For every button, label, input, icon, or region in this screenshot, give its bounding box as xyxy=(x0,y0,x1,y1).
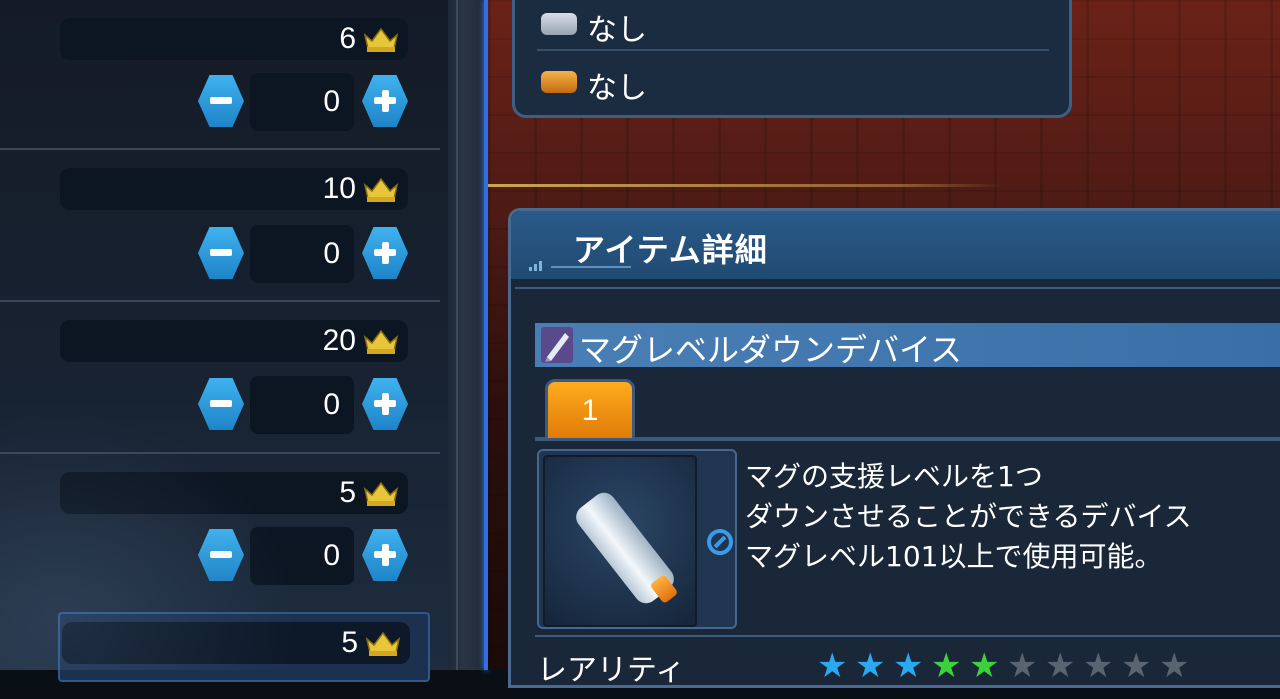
cost-display: 20 xyxy=(60,320,408,362)
rarity-star-icon: ★ xyxy=(1159,646,1190,686)
gold-accent-line xyxy=(488,184,1003,187)
slot-panel: なし なし xyxy=(512,0,1072,118)
tab-1[interactable]: 1 xyxy=(545,379,635,441)
item-name: マグレベルダウンデバイス xyxy=(579,331,963,369)
quantity-field[interactable]: 0 xyxy=(250,225,354,283)
cost-value: 5 xyxy=(341,626,358,659)
rarity-star-icon: ★ xyxy=(1007,646,1038,686)
rarity-divider xyxy=(535,635,1280,637)
device-icon xyxy=(541,327,573,363)
quantity-value: 0 xyxy=(323,237,340,270)
plus-icon xyxy=(381,90,389,112)
row-divider xyxy=(0,148,440,150)
slot-row[interactable]: なし xyxy=(541,0,1051,49)
rarity-star-icon: ★ xyxy=(969,646,1000,686)
prohibited-icon xyxy=(707,529,733,555)
minus-icon xyxy=(210,249,232,256)
rarity-star-icon: ★ xyxy=(931,646,962,686)
description-line: ダウンさせることができるデバイス xyxy=(745,500,1192,533)
cost-list-panel: 6 0 10 0 20 0 5 0 5 xyxy=(0,0,448,682)
rarity-label: レアリティ xyxy=(537,653,686,688)
minus-icon xyxy=(210,97,232,104)
crown-icon xyxy=(365,631,401,656)
description-line: マグの支援レベルを1つ xyxy=(745,460,1043,493)
row-divider xyxy=(0,300,440,302)
increment-button[interactable] xyxy=(362,75,408,127)
signal-bars-icon xyxy=(529,261,631,271)
cost-display: 5 xyxy=(62,622,410,664)
crown-icon xyxy=(363,329,399,354)
plus-icon xyxy=(381,544,389,566)
detail-header: アイテム詳細 xyxy=(511,211,1280,279)
rarity-star-icon: ★ xyxy=(855,646,886,686)
quantity-field[interactable]: 0 xyxy=(250,527,354,585)
crown-icon xyxy=(363,177,399,202)
rarity-star-icon: ★ xyxy=(1083,646,1114,686)
decrement-button[interactable] xyxy=(198,75,244,127)
column-divider xyxy=(448,0,486,670)
crown-icon xyxy=(363,27,399,52)
slot-divider xyxy=(537,49,1049,51)
rarity-star-icon: ★ xyxy=(1045,646,1076,686)
quantity-field[interactable]: 0 xyxy=(250,376,354,434)
quantity-value: 0 xyxy=(323,85,340,118)
tab-strip xyxy=(535,437,1280,441)
plus-icon xyxy=(381,393,389,415)
rarity-star-icon: ★ xyxy=(1121,646,1152,686)
cost-display: 10 xyxy=(60,168,408,210)
decrement-button[interactable] xyxy=(198,529,244,581)
silver-ticket-icon xyxy=(541,13,577,35)
rarity-star-icon: ★ xyxy=(893,646,924,686)
increment-button[interactable] xyxy=(362,378,408,430)
tab-label: 1 xyxy=(581,394,599,427)
cost-display: 6 xyxy=(60,18,408,60)
item-detail-panel: アイテム詳細 マグレベルダウンデバイス 1 マグの支援レベルを1つ ダウンさせる… xyxy=(508,208,1280,688)
increment-button[interactable] xyxy=(362,227,408,279)
cost-value: 20 xyxy=(322,324,356,357)
slot-row[interactable]: なし xyxy=(541,57,1051,107)
minus-icon xyxy=(210,400,232,407)
quantity-stepper[interactable]: 0 xyxy=(198,527,410,587)
selected-row[interactable]: 5 xyxy=(58,612,430,682)
cost-value: 5 xyxy=(339,476,356,509)
rarity-star-icon: ★ xyxy=(817,646,848,686)
row-divider xyxy=(0,452,440,454)
quantity-value: 0 xyxy=(323,388,340,421)
item-image-frame xyxy=(537,449,737,629)
cost-display: 5 xyxy=(60,472,408,514)
item-name-bar: マグレベルダウンデバイス xyxy=(535,323,1280,369)
crown-icon xyxy=(363,481,399,506)
slot-label: なし xyxy=(587,71,647,106)
cost-value: 10 xyxy=(322,172,356,205)
item-image xyxy=(543,455,697,627)
increment-button[interactable] xyxy=(362,529,408,581)
slot-label: なし xyxy=(587,13,647,48)
plus-icon xyxy=(381,242,389,264)
quantity-stepper[interactable]: 0 xyxy=(198,225,410,285)
quantity-stepper[interactable]: 0 xyxy=(198,73,410,133)
quantity-field[interactable]: 0 xyxy=(250,73,354,131)
minus-icon xyxy=(210,551,232,558)
decrement-button[interactable] xyxy=(198,378,244,430)
quantity-value: 0 xyxy=(323,539,340,572)
decrement-button[interactable] xyxy=(198,227,244,279)
quantity-stepper[interactable]: 0 xyxy=(198,376,410,436)
description-line: マグレベル101以上で使用可能。 xyxy=(745,540,1163,573)
cost-value: 6 xyxy=(339,22,356,55)
gold-ticket-icon xyxy=(541,71,577,93)
